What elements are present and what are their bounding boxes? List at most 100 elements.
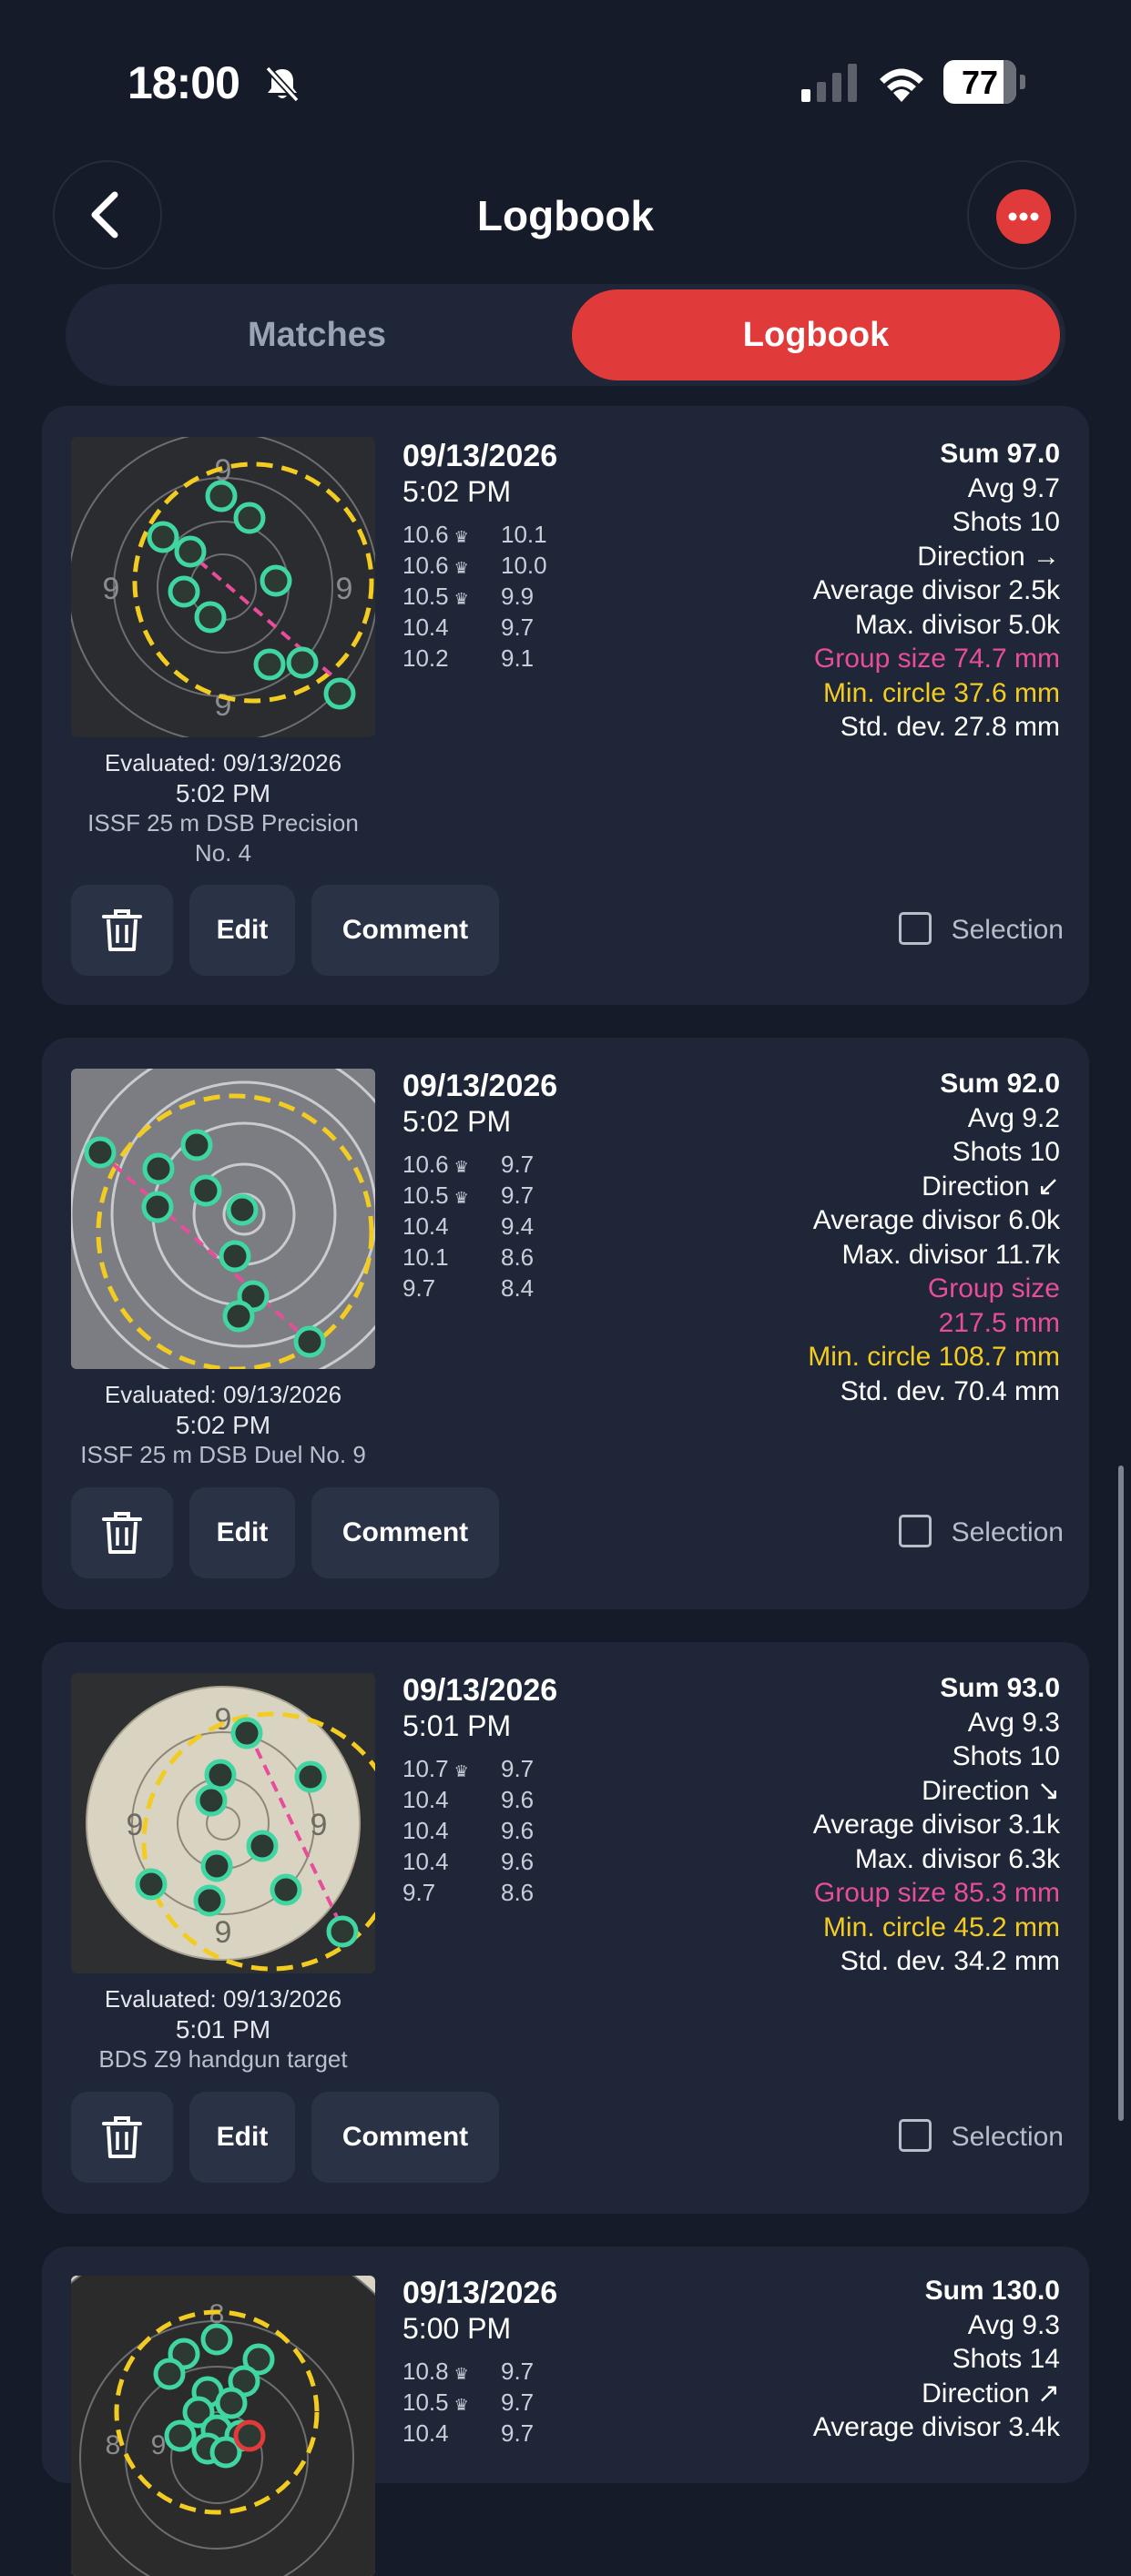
shot-value: 9.6 xyxy=(501,1817,535,1844)
stat-std-dev: Std. dev. 70.4 mm xyxy=(840,1375,1060,1406)
stat-average-divisor: Average divisor 2.5k xyxy=(812,575,1060,605)
svg-text:9: 9 xyxy=(215,1702,232,1737)
delete-button[interactable] xyxy=(71,1487,173,1578)
svg-text:9: 9 xyxy=(215,688,232,723)
battery-icon: 77 xyxy=(943,60,1025,104)
tab-logbook[interactable]: Logbook xyxy=(572,289,1060,380)
svg-text:9: 9 xyxy=(336,572,353,606)
shot-value: 10.4 xyxy=(402,1848,449,1875)
selection-toggle[interactable]: Selection xyxy=(898,2092,1064,2183)
shot-value: 10.6 ♛ xyxy=(402,1151,469,1178)
stat-average-divisor: Average divisor 6.0k xyxy=(812,1205,1060,1235)
wifi-icon xyxy=(880,68,923,102)
shot-value: 9.7 xyxy=(501,1755,535,1782)
stat-sum: Sum 93.0 xyxy=(940,1673,1060,1703)
svg-text:9: 9 xyxy=(311,1808,328,1842)
entry-stats: Sum 130.0 Avg 9.3 Shots 14 Direction ↗ A… xyxy=(813,2274,1060,2445)
shot-value: 9.7 xyxy=(402,1879,436,1906)
shot-value: 10.1 xyxy=(402,1243,449,1271)
entry-date: 09/13/2026 xyxy=(402,1673,558,1708)
svg-text:9: 9 xyxy=(103,572,120,606)
stat-min-circle: Min. circle 45.2 mm xyxy=(822,1912,1060,1942)
comment-button[interactable]: Comment xyxy=(311,1487,499,1578)
evaluated-date: Evaluated: 09/13/2026 xyxy=(104,1985,342,2013)
entry-date: 09/13/2026 xyxy=(402,439,558,473)
tab-matches[interactable]: Matches xyxy=(71,289,563,380)
delete-button[interactable] xyxy=(71,885,173,976)
logbook-entry: Evaluated: 09/13/2026 5:02 PM ISSF 25 m … xyxy=(42,1038,1089,1609)
svg-text:9: 9 xyxy=(215,1915,232,1950)
evaluated-date: Evaluated: 09/13/2026 xyxy=(104,749,342,776)
shot-value: 10.2 xyxy=(402,644,449,672)
shot-value: 9.7 xyxy=(402,1274,436,1302)
cellular-signal-icon xyxy=(801,64,857,102)
shot-list: 10.7 ♛ 9.7 10.4 9.6 10.4 9.6 10.4 9.6 9.7 8.6 xyxy=(402,1753,534,1908)
status-bar: 18:00 77 xyxy=(0,0,1131,146)
target-name: ISSF 25 m DSB Duel No. 9 xyxy=(80,1441,366,1468)
stat-shots: Shots 14 xyxy=(952,2344,1060,2374)
logbook-entry: 8 8 9 09/13/2026 5:00 PM 10.8 ♛ 9.7 10.5 ♛ 9… xyxy=(42,2246,1089,2576)
stat-group-size: Group size xyxy=(927,1273,1060,1303)
stat-min-circle: Min. circle 37.6 mm xyxy=(822,677,1060,708)
ellipsis-icon xyxy=(1008,212,1039,221)
shot-value: 9.9 xyxy=(501,583,535,610)
entry-date: 09/13/2026 xyxy=(402,2276,558,2310)
selection-toggle[interactable]: Selection xyxy=(898,1487,1064,1578)
delete-button[interactable] xyxy=(71,2092,173,2183)
logbook-entry: 9 9 9 9 Evaluated: 09/13/2026 5:02 PM IS… xyxy=(42,406,1089,1005)
selection-checkbox[interactable] xyxy=(898,1515,932,1548)
target-name: BDS Z9 handgun target xyxy=(98,2045,348,2073)
shot-value: 8.6 xyxy=(501,1879,535,1906)
shot-value: 9.6 xyxy=(501,1848,535,1875)
target-name: ISSF 25 m DSB Precision No. 4 xyxy=(87,809,359,867)
evaluated-info: Evaluated: 09/13/2026 5:01 PM BDS Z9 han… xyxy=(71,1984,375,2074)
svg-text:9: 9 xyxy=(151,2430,167,2460)
stat-max-divisor: Max. divisor 6.3k xyxy=(854,1843,1060,1874)
stat-average-divisor: Average divisor 3.4k xyxy=(812,2412,1060,2442)
shot-value: 9.7 xyxy=(501,2388,535,2416)
target-thumbnail[interactable] xyxy=(71,1069,375,1369)
target-thumbnail[interactable]: 8 8 9 xyxy=(71,2276,375,2576)
selection-checkbox[interactable] xyxy=(898,2119,932,2153)
shot-value: 10.4 xyxy=(402,614,449,641)
edit-button[interactable]: Edit xyxy=(189,885,295,976)
shot-value: 10.1 xyxy=(501,521,547,548)
trash-icon xyxy=(102,909,142,951)
stat-std-dev: Std. dev. 27.8 mm xyxy=(840,712,1060,742)
entry-stats: Sum 92.0 Avg 9.2 Shots 10 Direction ↙ Av… xyxy=(808,1067,1060,1408)
stat-sum: Sum 130.0 xyxy=(924,2276,1060,2306)
svg-text:9: 9 xyxy=(127,1808,144,1842)
evaluated-time: 5:01 PM xyxy=(175,2015,271,2044)
stat-max-divisor: Max. divisor 5.0k xyxy=(854,609,1060,640)
shot-value: 9.7 xyxy=(501,614,535,641)
edit-button[interactable]: Edit xyxy=(189,1487,295,1578)
shot-value: 10.4 xyxy=(402,2419,449,2447)
shot-value: 10.5 ♛ xyxy=(402,583,469,610)
evaluated-time: 5:02 PM xyxy=(175,1411,271,1439)
edit-button[interactable]: Edit xyxy=(189,2092,295,2183)
shot-value: 10.4 xyxy=(402,1817,449,1844)
battery-percentage: 77 xyxy=(961,64,999,101)
selection-toggle[interactable]: Selection xyxy=(898,885,1064,976)
scrollbar[interactable] xyxy=(1118,1465,1124,2121)
evaluated-time: 5:02 PM xyxy=(175,779,271,807)
shot-value: 9.7 xyxy=(501,2419,535,2447)
selection-checkbox[interactable] xyxy=(898,912,932,946)
stat-group-size: Group size 74.7 mm xyxy=(813,644,1060,674)
stat-direction: Direction → xyxy=(917,541,1060,572)
entry-date: 09/13/2026 xyxy=(402,1069,558,1103)
stat-direction: Direction ↘ xyxy=(922,1775,1060,1806)
shot-value: 10.7 ♛ xyxy=(402,1755,469,1782)
stat-direction: Direction ↙ xyxy=(922,1171,1060,1202)
comment-button[interactable]: Comment xyxy=(311,2092,499,2183)
entry-actions: Edit Comment Selection xyxy=(71,885,1064,976)
more-button[interactable] xyxy=(967,160,1076,269)
shot-value: 10.4 xyxy=(402,1212,449,1240)
status-time: 18:00 xyxy=(127,57,240,108)
comment-button[interactable]: Comment xyxy=(311,885,499,976)
selection-label: Selection xyxy=(951,915,1064,945)
target-thumbnail[interactable]: 9 9 9 9 xyxy=(71,1673,375,1973)
target-thumbnail[interactable]: 9 9 9 9 xyxy=(71,437,375,737)
shot-value: 10.5 ♛ xyxy=(402,2388,469,2416)
shot-value: 10.4 xyxy=(402,1786,449,1813)
